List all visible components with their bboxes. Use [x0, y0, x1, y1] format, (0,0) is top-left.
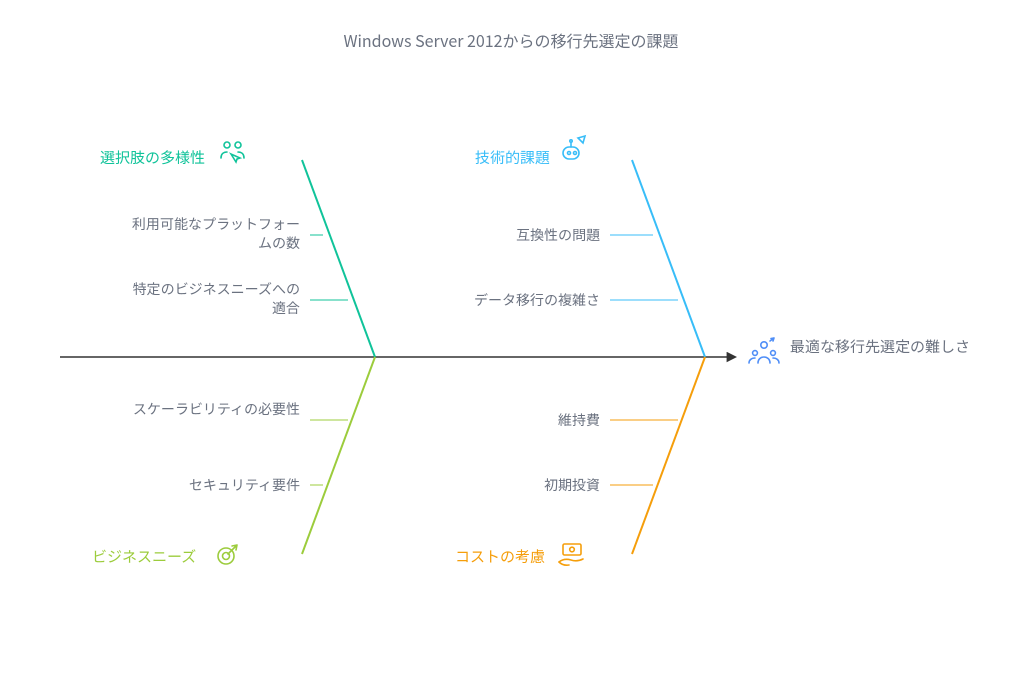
people-cursor-icon [215, 132, 251, 168]
effect-label: 最適な移行先選定の難しさ [790, 336, 970, 357]
cause-bottom-right-1: 維持費 [430, 411, 600, 430]
cause-bottom-left-2: セキュリティ要件 [130, 476, 300, 495]
cause-top-left-1: 利用可能なプラットフォームの数 [130, 215, 300, 253]
cause-bottom-right-2: 初期投資 [430, 476, 600, 495]
robot-arrow-icon [555, 132, 591, 168]
target-arrow-icon [210, 536, 246, 572]
category-bottom-left: ビジネスニーズ [92, 547, 196, 567]
category-top-right: 技術的課題 [475, 148, 550, 168]
cause-top-left-2: 特定のビジネスニーズへの適合 [130, 280, 300, 318]
cause-bottom-left-1: スケーラビリティの必要性 [130, 400, 300, 419]
money-hand-icon [553, 536, 589, 572]
cause-top-right-1: 互換性の問題 [430, 226, 600, 245]
category-top-left: 選択肢の多様性 [100, 148, 205, 168]
fishbone-diagram: Windows Server 2012からの移行先選定の課題 [0, 0, 1022, 680]
people-icon [746, 335, 782, 371]
cause-top-right-2: データ移行の複雑さ [430, 291, 600, 310]
diagram-title: Windows Server 2012からの移行先選定の課題 [0, 28, 1022, 52]
category-bottom-right: コストの考慮 [455, 547, 545, 567]
